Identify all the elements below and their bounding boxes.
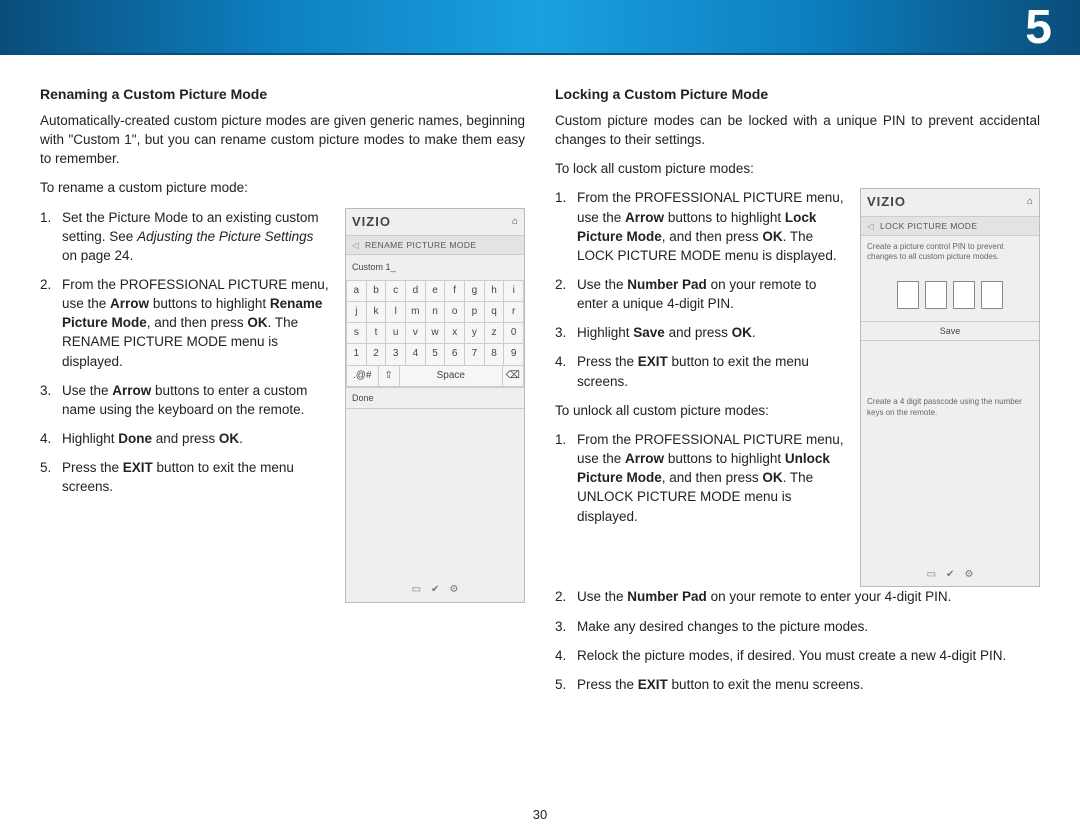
- lock-step-4: Press the EXIT button to exit the menu s…: [555, 352, 846, 390]
- unlock-step-3: Make any desired changes to the picture …: [555, 617, 1040, 636]
- lock-step-1: From the PROFESSIONAL PICTURE menu, use …: [555, 188, 846, 265]
- save-button: Save: [861, 321, 1039, 342]
- kbd-row-space: .@#⇧Space⌫: [346, 366, 524, 387]
- pin-hint-top: Create a picture control PIN to prevent …: [861, 236, 1039, 269]
- home-icon: ⌂: [1027, 195, 1033, 209]
- left-heading: Renaming a Custom Picture Mode: [40, 85, 525, 105]
- unlock-steps: From the PROFESSIONAL PICTURE menu, use …: [555, 430, 846, 526]
- home-icon: ⌂: [512, 215, 518, 229]
- pin-hint-bottom: Create a 4 digit passcode using the numb…: [861, 391, 1039, 424]
- gear-icon: ⚙: [964, 568, 973, 582]
- lock-step-3: Highlight Save and press OK.: [555, 323, 846, 342]
- step-5: Press the EXIT button to exit the menu s…: [40, 458, 331, 496]
- name-input: Custom 1_: [346, 255, 524, 281]
- unlock-steps-cont: Use the Number Pad on your remote to ent…: [555, 587, 1040, 694]
- kbd-row-4: 123456789: [346, 344, 524, 365]
- lock-lead: To lock all custom picture modes:: [555, 159, 1040, 178]
- shift-key: ⇧: [379, 366, 400, 387]
- left-intro: Automatically-created custom picture mod…: [40, 111, 525, 168]
- page-number: 30: [0, 807, 1080, 822]
- on-screen-keyboard: abcdefghi jklmnopqr stuvwxyz0 123456789 …: [346, 281, 524, 388]
- left-lead: To rename a custom picture mode:: [40, 178, 525, 197]
- chapter-header: 5: [0, 0, 1080, 53]
- gear-icon: ⚙: [449, 583, 458, 597]
- pin-digit: [897, 281, 919, 309]
- breadcrumb: LOCK PICTURE MODE: [861, 217, 1039, 236]
- right-intro: Custom picture modes can be locked with …: [555, 111, 1040, 149]
- divider: [0, 53, 1080, 55]
- wide-icon: ▭: [412, 583, 421, 597]
- lock-step-2: Use the Number Pad on your remote to ent…: [555, 275, 846, 313]
- unlock-step-5: Press the EXIT button to exit the menu s…: [555, 675, 1040, 694]
- kbd-row-2: jklmnopqr: [346, 302, 524, 323]
- left-column: Renaming a Custom Picture Mode Automatic…: [40, 85, 525, 704]
- step-4: Highlight Done and press OK.: [40, 429, 331, 448]
- step-3: Use the Arrow buttons to enter a custom …: [40, 381, 331, 419]
- backspace-key: ⌫: [503, 366, 524, 387]
- pin-input-row: [861, 269, 1039, 321]
- space-key: Space: [400, 366, 503, 387]
- rename-steps: Set the Picture Mode to an existing cust…: [40, 208, 331, 497]
- symbols-key: .@#: [346, 366, 379, 387]
- page-body: Renaming a Custom Picture Mode Automatic…: [0, 73, 1080, 704]
- screen-footer-icons: ▭ ✔ ⚙: [861, 564, 1039, 586]
- unlock-step-2: Use the Number Pad on your remote to ent…: [555, 587, 1040, 606]
- unlock-step-4: Relock the picture modes, if desired. Yo…: [555, 646, 1040, 665]
- right-column: Locking a Custom Picture Mode Custom pic…: [555, 85, 1040, 704]
- kbd-row-1: abcdefghi: [346, 281, 524, 302]
- screen-footer-icons: ▭ ✔ ⚙: [346, 579, 524, 601]
- pin-digit: [925, 281, 947, 309]
- pin-digit: [981, 281, 1003, 309]
- check-icon: ✔: [431, 583, 439, 597]
- done-button: Done: [346, 388, 524, 410]
- pin-digit: [953, 281, 975, 309]
- kbd-row-3: stuvwxyz0: [346, 323, 524, 344]
- right-heading: Locking a Custom Picture Mode: [555, 85, 1040, 105]
- vizio-brand: VIZIO: [352, 213, 391, 231]
- rename-mode-screen: VIZIO ⌂ RENAME PICTURE MODE Custom 1_ ab…: [345, 208, 525, 603]
- unlock-step-1: From the PROFESSIONAL PICTURE menu, use …: [555, 430, 846, 526]
- step-1: Set the Picture Mode to an existing cust…: [40, 208, 331, 265]
- check-icon: ✔: [946, 568, 954, 582]
- step-2: From the PROFESSIONAL PICTURE menu, use …: [40, 275, 331, 371]
- lock-mode-screen: VIZIO ⌂ LOCK PICTURE MODE Create a pictu…: [860, 188, 1040, 587]
- wide-icon: ▭: [927, 568, 936, 582]
- breadcrumb: RENAME PICTURE MODE: [346, 236, 524, 255]
- lock-steps: From the PROFESSIONAL PICTURE menu, use …: [555, 188, 846, 390]
- unlock-lead: To unlock all custom picture modes:: [555, 401, 846, 420]
- chapter-number: 5: [1025, 0, 1052, 55]
- vizio-brand: VIZIO: [867, 193, 906, 211]
